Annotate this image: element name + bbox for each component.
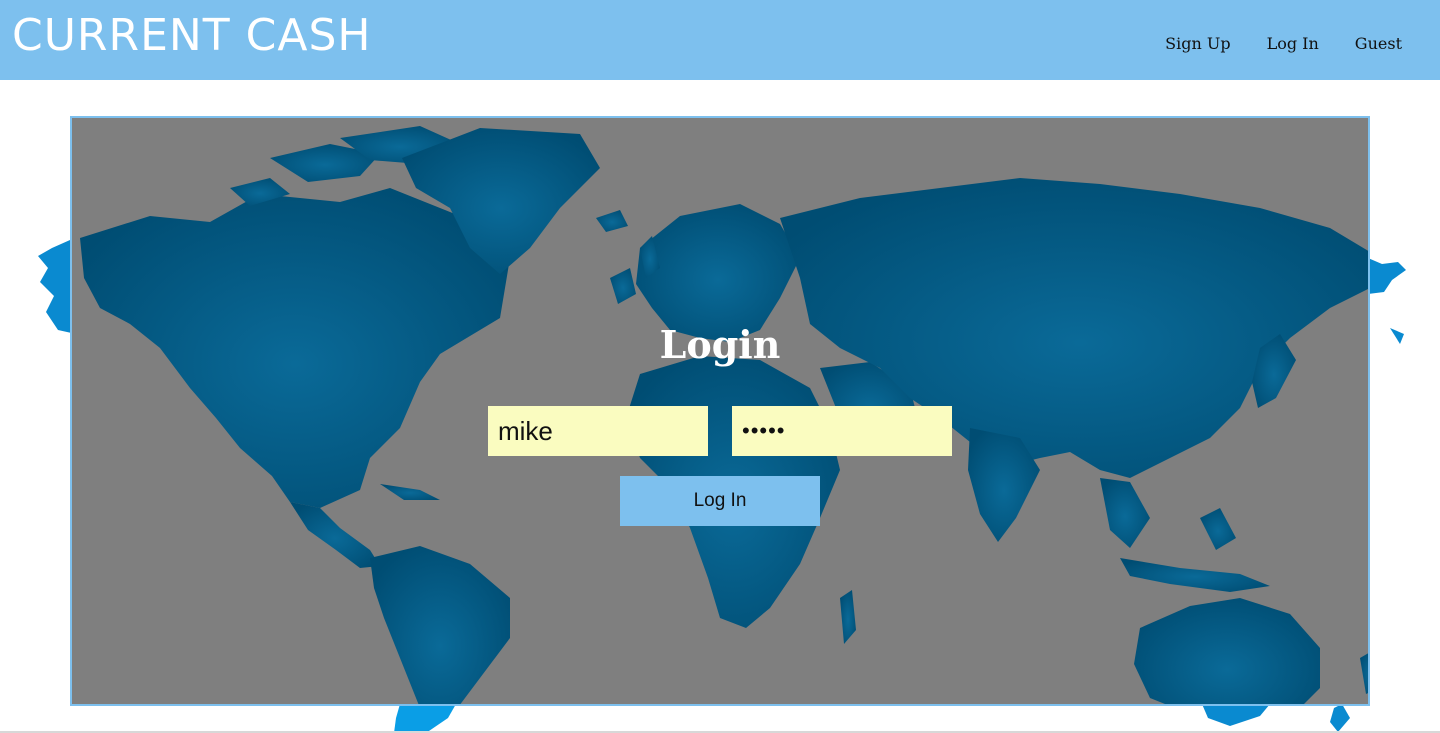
- username-input[interactable]: [488, 406, 708, 456]
- map-bleed-right: [1368, 258, 1406, 344]
- nav-guest[interactable]: Guest: [1355, 34, 1402, 53]
- login-title: Login: [659, 322, 781, 367]
- login-form: Login Log In: [70, 116, 1370, 706]
- log-in-button[interactable]: Log In: [620, 476, 820, 526]
- map-bleed-bottom: [394, 704, 1350, 733]
- top-bar: CURRENT CASH Sign Up Log In Guest: [0, 0, 1440, 80]
- brand-logo[interactable]: CURRENT CASH: [12, 8, 372, 64]
- main-nav: Sign Up Log In Guest: [1165, 34, 1402, 53]
- nav-sign-up[interactable]: Sign Up: [1165, 34, 1230, 53]
- nav-log-in[interactable]: Log In: [1267, 34, 1319, 53]
- password-input[interactable]: [732, 406, 952, 456]
